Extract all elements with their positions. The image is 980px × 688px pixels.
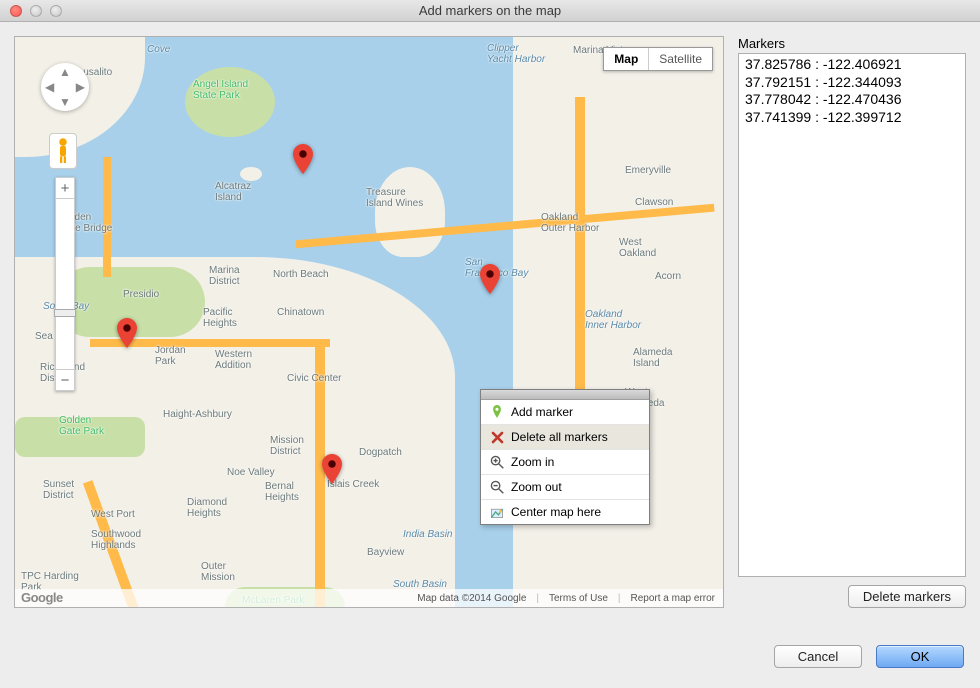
context-menu-gripper[interactable] — [481, 390, 649, 400]
context-menu-label: Zoom in — [511, 455, 554, 469]
map-attribution: Google Map data ©2014 Google | Terms of … — [15, 589, 723, 607]
zoom-out-button[interactable]: − — [55, 369, 75, 391]
map-marker[interactable] — [322, 453, 342, 485]
markers-list[interactable]: 37.825786 : -122.40692137.792151 : -122.… — [738, 53, 966, 577]
markers-list-item[interactable]: 37.741399 : -122.399712 — [745, 109, 959, 127]
zoom-in-icon — [489, 454, 505, 470]
delete-markers-button[interactable]: Delete markers — [848, 585, 966, 608]
map-context-menu[interactable]: Add marker Delete all markers Zoom in Zoom … — [480, 389, 650, 525]
context-menu-label: Zoom out — [511, 480, 562, 494]
cancel-button[interactable]: Cancel — [774, 645, 862, 668]
map-marker[interactable] — [293, 143, 313, 175]
context-menu-label: Add marker — [511, 405, 573, 419]
park-golden-gate — [15, 417, 145, 457]
context-menu-center-map-here[interactable]: Center map here — [481, 500, 649, 524]
center-map-here-icon — [489, 504, 505, 520]
context-menu-label: Center map here — [511, 505, 601, 519]
context-menu-label: Delete all markers — [511, 430, 608, 444]
pan-west-icon[interactable]: ◀ — [45, 81, 54, 93]
zoom-out-icon — [489, 479, 505, 495]
window-title: Add markers on the map — [0, 3, 980, 18]
map-type-map[interactable]: Map — [604, 48, 648, 70]
zoom-thumb[interactable] — [54, 309, 76, 317]
pan-south-icon[interactable]: ▼ — [59, 96, 71, 108]
map-type-satellite[interactable]: Satellite — [648, 48, 712, 70]
markers-list-item[interactable]: 37.825786 : -122.406921 — [745, 56, 959, 74]
map-type-switch[interactable]: Map Satellite — [603, 47, 713, 71]
pan-control[interactable]: ▲ ▼ ◀ ▶ — [41, 63, 89, 111]
land-treasure-island — [375, 167, 445, 257]
markers-panel-title: Markers — [738, 36, 966, 51]
markers-list-item[interactable]: 37.778042 : -122.470436 — [745, 91, 959, 109]
context-menu-add-marker[interactable]: Add marker — [481, 400, 649, 425]
context-menu-zoom-in[interactable]: Zoom in — [481, 450, 649, 475]
context-menu-delete-all-markers[interactable]: Delete all markers — [481, 425, 649, 450]
side-panel: Markers 37.825786 : -122.40692137.792151… — [738, 36, 966, 608]
pan-east-icon[interactable]: ▶ — [76, 81, 85, 93]
ok-button[interactable]: OK — [876, 645, 964, 668]
road-i80 — [575, 97, 585, 397]
dialog-footer: Cancel OK — [774, 645, 964, 668]
attribution-report-link[interactable]: Report a map error — [631, 593, 715, 604]
zoom-slider[interactable] — [55, 199, 75, 369]
land-angel-island — [185, 67, 275, 137]
land-alcatraz — [240, 167, 262, 181]
add-marker-icon — [489, 404, 505, 420]
map-marker[interactable] — [480, 263, 500, 295]
markers-list-item[interactable]: 37.792151 : -122.344093 — [745, 74, 959, 92]
titlebar: Add markers on the map — [0, 0, 980, 22]
delete-all-markers-icon — [489, 429, 505, 445]
window-close-button[interactable] — [10, 5, 22, 17]
map-canvas[interactable]: SanFrancisco Bay Angel IslandState Park … — [14, 36, 724, 608]
attribution-terms-link[interactable]: Terms of Use — [549, 593, 608, 604]
pegman-icon[interactable] — [49, 133, 77, 169]
attribution-data: Map data ©2014 Google — [417, 593, 526, 604]
zoom-control[interactable]: + − — [55, 177, 75, 391]
window-minimize-button[interactable] — [30, 5, 42, 17]
context-menu-zoom-out[interactable]: Zoom out — [481, 475, 649, 500]
road-golden-gate-bridge — [103, 157, 111, 277]
google-logo: Google — [21, 590, 63, 605]
window-zoom-button[interactable] — [50, 5, 62, 17]
pan-north-icon[interactable]: ▲ — [59, 66, 71, 78]
zoom-in-button[interactable]: + — [55, 177, 75, 199]
map-marker[interactable] — [117, 317, 137, 349]
